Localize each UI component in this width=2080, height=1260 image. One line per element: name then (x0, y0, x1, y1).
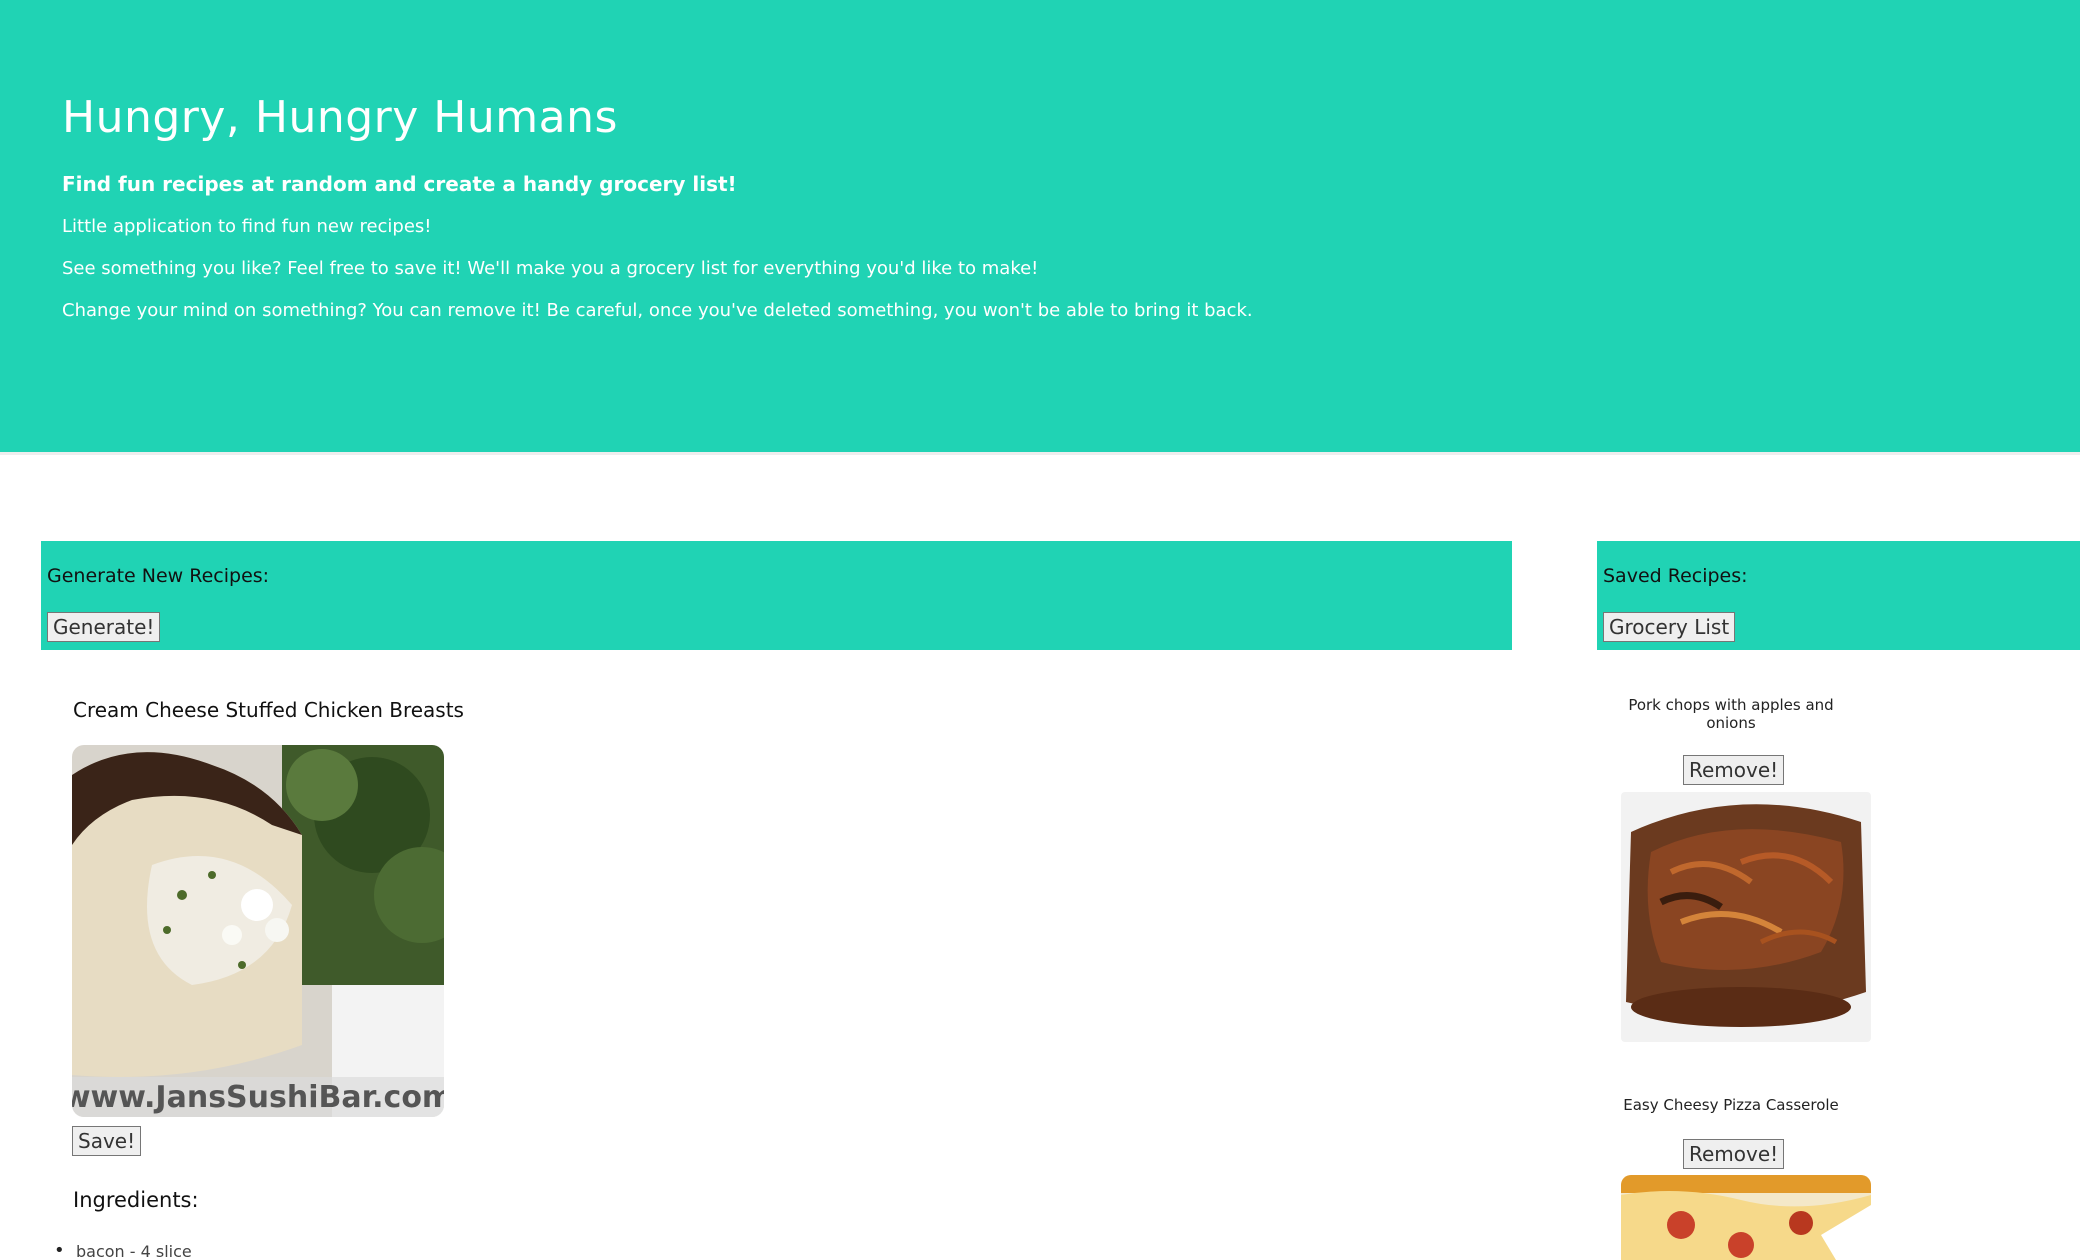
recipe-image: www.JansSushiBar.com (72, 745, 444, 1117)
ingredients-heading: Ingredients: (73, 1188, 199, 1212)
generate-button[interactable]: Generate! (47, 612, 161, 642)
remove-button[interactable]: Remove! (1683, 755, 1785, 785)
intro-line-2: See something you like? Feel free to sav… (62, 258, 1039, 279)
save-button[interactable]: Save! (72, 1126, 142, 1156)
saved-recipe-title: Pork chops with apples and onions (1628, 696, 1834, 732)
intro-line-1: Little application to find fun new recip… (62, 216, 432, 237)
saved-recipe-title: Easy Cheesy Pizza Casserole (1623, 1096, 1839, 1114)
generate-panel-title: Generate New Recipes: (47, 565, 270, 587)
header-divider (0, 452, 2080, 455)
remove-button[interactable]: Remove! (1683, 1139, 1785, 1169)
ingredients-list: bacon - 4 slice (54, 1240, 192, 1260)
grocery-list-button[interactable]: Grocery List (1603, 612, 1736, 642)
saved-panel-header: Saved Recipes: Grocery List (1597, 541, 2080, 650)
intro-line-3: Change your mind on something? You can r… (62, 300, 1253, 321)
recipe-image-watermark: www.JansSushiBar.com (72, 1080, 444, 1115)
hero-header: Hungry, Hungry Humans Find fun recipes a… (0, 0, 2080, 452)
page-title: Hungry, Hungry Humans (62, 92, 618, 143)
recipe-title: Cream Cheese Stuffed Chicken Breasts (73, 698, 464, 722)
saved-recipe-image (1621, 792, 1871, 1042)
saved-recipe-image (1621, 1175, 1871, 1260)
saved-panel-title: Saved Recipes: (1603, 565, 1748, 587)
generate-panel-header: Generate New Recipes: Generate! (41, 541, 1512, 650)
tagline: Find fun recipes at random and create a … (62, 172, 737, 196)
ingredient-item: bacon - 4 slice (54, 1240, 192, 1260)
